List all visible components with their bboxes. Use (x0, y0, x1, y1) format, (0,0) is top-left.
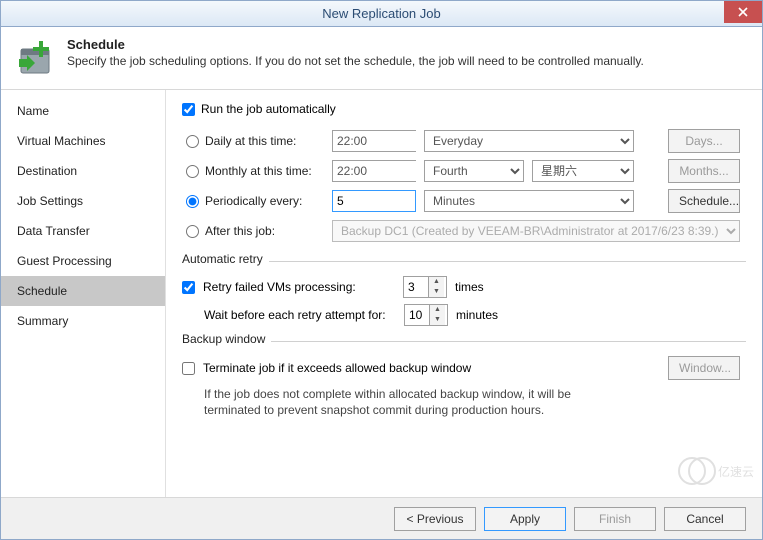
header-title: Schedule (67, 37, 644, 52)
header: Schedule Specify the job scheduling opti… (1, 27, 762, 90)
spin-up[interactable]: ▲ (429, 277, 444, 287)
close-button[interactable] (724, 1, 762, 23)
periodic-radio[interactable] (186, 195, 199, 208)
bw-legend: Backup window (182, 332, 265, 346)
finish-button[interactable]: Finish (574, 507, 656, 531)
dialog-window: New Replication Job Schedule Specify the… (0, 0, 763, 540)
retry-label: Retry failed VMs processing: (203, 280, 395, 294)
retry-checkbox[interactable] (182, 281, 195, 294)
daily-radio[interactable] (186, 135, 199, 148)
sidebar-item-virtual-machines[interactable]: Virtual Machines (1, 126, 165, 156)
retry-wait-label: Wait before each retry attempt for: (204, 308, 396, 322)
sidebar-item-guest-processing[interactable]: Guest Processing (1, 246, 165, 276)
after-job-select[interactable]: Backup DC1 (Created by VEEAM-BR\Administ… (332, 220, 740, 242)
schedule-button[interactable]: Schedule... (668, 189, 740, 213)
retry-legend: Automatic retry (182, 252, 263, 266)
apply-button[interactable]: Apply (484, 507, 566, 531)
main-panel: Run the job automatically Daily at this … (166, 90, 762, 497)
periodic-value-input[interactable] (332, 190, 416, 212)
sidebar-item-summary[interactable]: Summary (1, 306, 165, 336)
window-button[interactable]: Window... (668, 356, 740, 380)
schedule-icon (15, 37, 57, 79)
periodic-unit-select[interactable]: Minutes (424, 190, 634, 212)
run-auto-checkbox[interactable] (182, 103, 195, 116)
spin-up[interactable]: ▲ (430, 305, 445, 315)
run-auto-label: Run the job automatically (201, 102, 336, 116)
previous-button[interactable]: < Previous (394, 507, 476, 531)
monthly-ord-select[interactable]: Fourth (424, 160, 524, 182)
monthly-dow-select[interactable]: 星期六 (532, 160, 634, 182)
close-icon (738, 7, 748, 17)
cancel-button[interactable]: Cancel (664, 507, 746, 531)
titlebar: New Replication Job (1, 1, 762, 27)
daily-day-select[interactable]: Everyday (424, 130, 634, 152)
bw-label: Terminate job if it exceeds allowed back… (203, 361, 471, 375)
header-subtitle: Specify the job scheduling options. If y… (67, 54, 644, 68)
sidebar-item-job-settings[interactable]: Job Settings (1, 186, 165, 216)
days-button[interactable]: Days... (668, 129, 740, 153)
window-title: New Replication Job (322, 6, 441, 21)
sidebar: NameVirtual MachinesDestinationJob Setti… (1, 90, 166, 497)
retry-count-input[interactable] (404, 277, 428, 297)
months-button[interactable]: Months... (668, 159, 740, 183)
sidebar-item-destination[interactable]: Destination (1, 156, 165, 186)
sidebar-item-schedule[interactable]: Schedule (1, 276, 165, 306)
monthly-radio[interactable] (186, 165, 199, 178)
bw-hint: If the job does not complete within allo… (204, 386, 624, 418)
spin-down[interactable]: ▼ (430, 315, 445, 325)
retry-wait-input[interactable] (405, 305, 429, 325)
sidebar-item-name[interactable]: Name (1, 96, 165, 126)
bw-checkbox[interactable] (182, 362, 195, 375)
footer: < Previous Apply Finish Cancel (1, 497, 762, 539)
sidebar-item-data-transfer[interactable]: Data Transfer (1, 216, 165, 246)
spin-down[interactable]: ▼ (429, 287, 444, 297)
after-radio[interactable] (186, 225, 199, 238)
